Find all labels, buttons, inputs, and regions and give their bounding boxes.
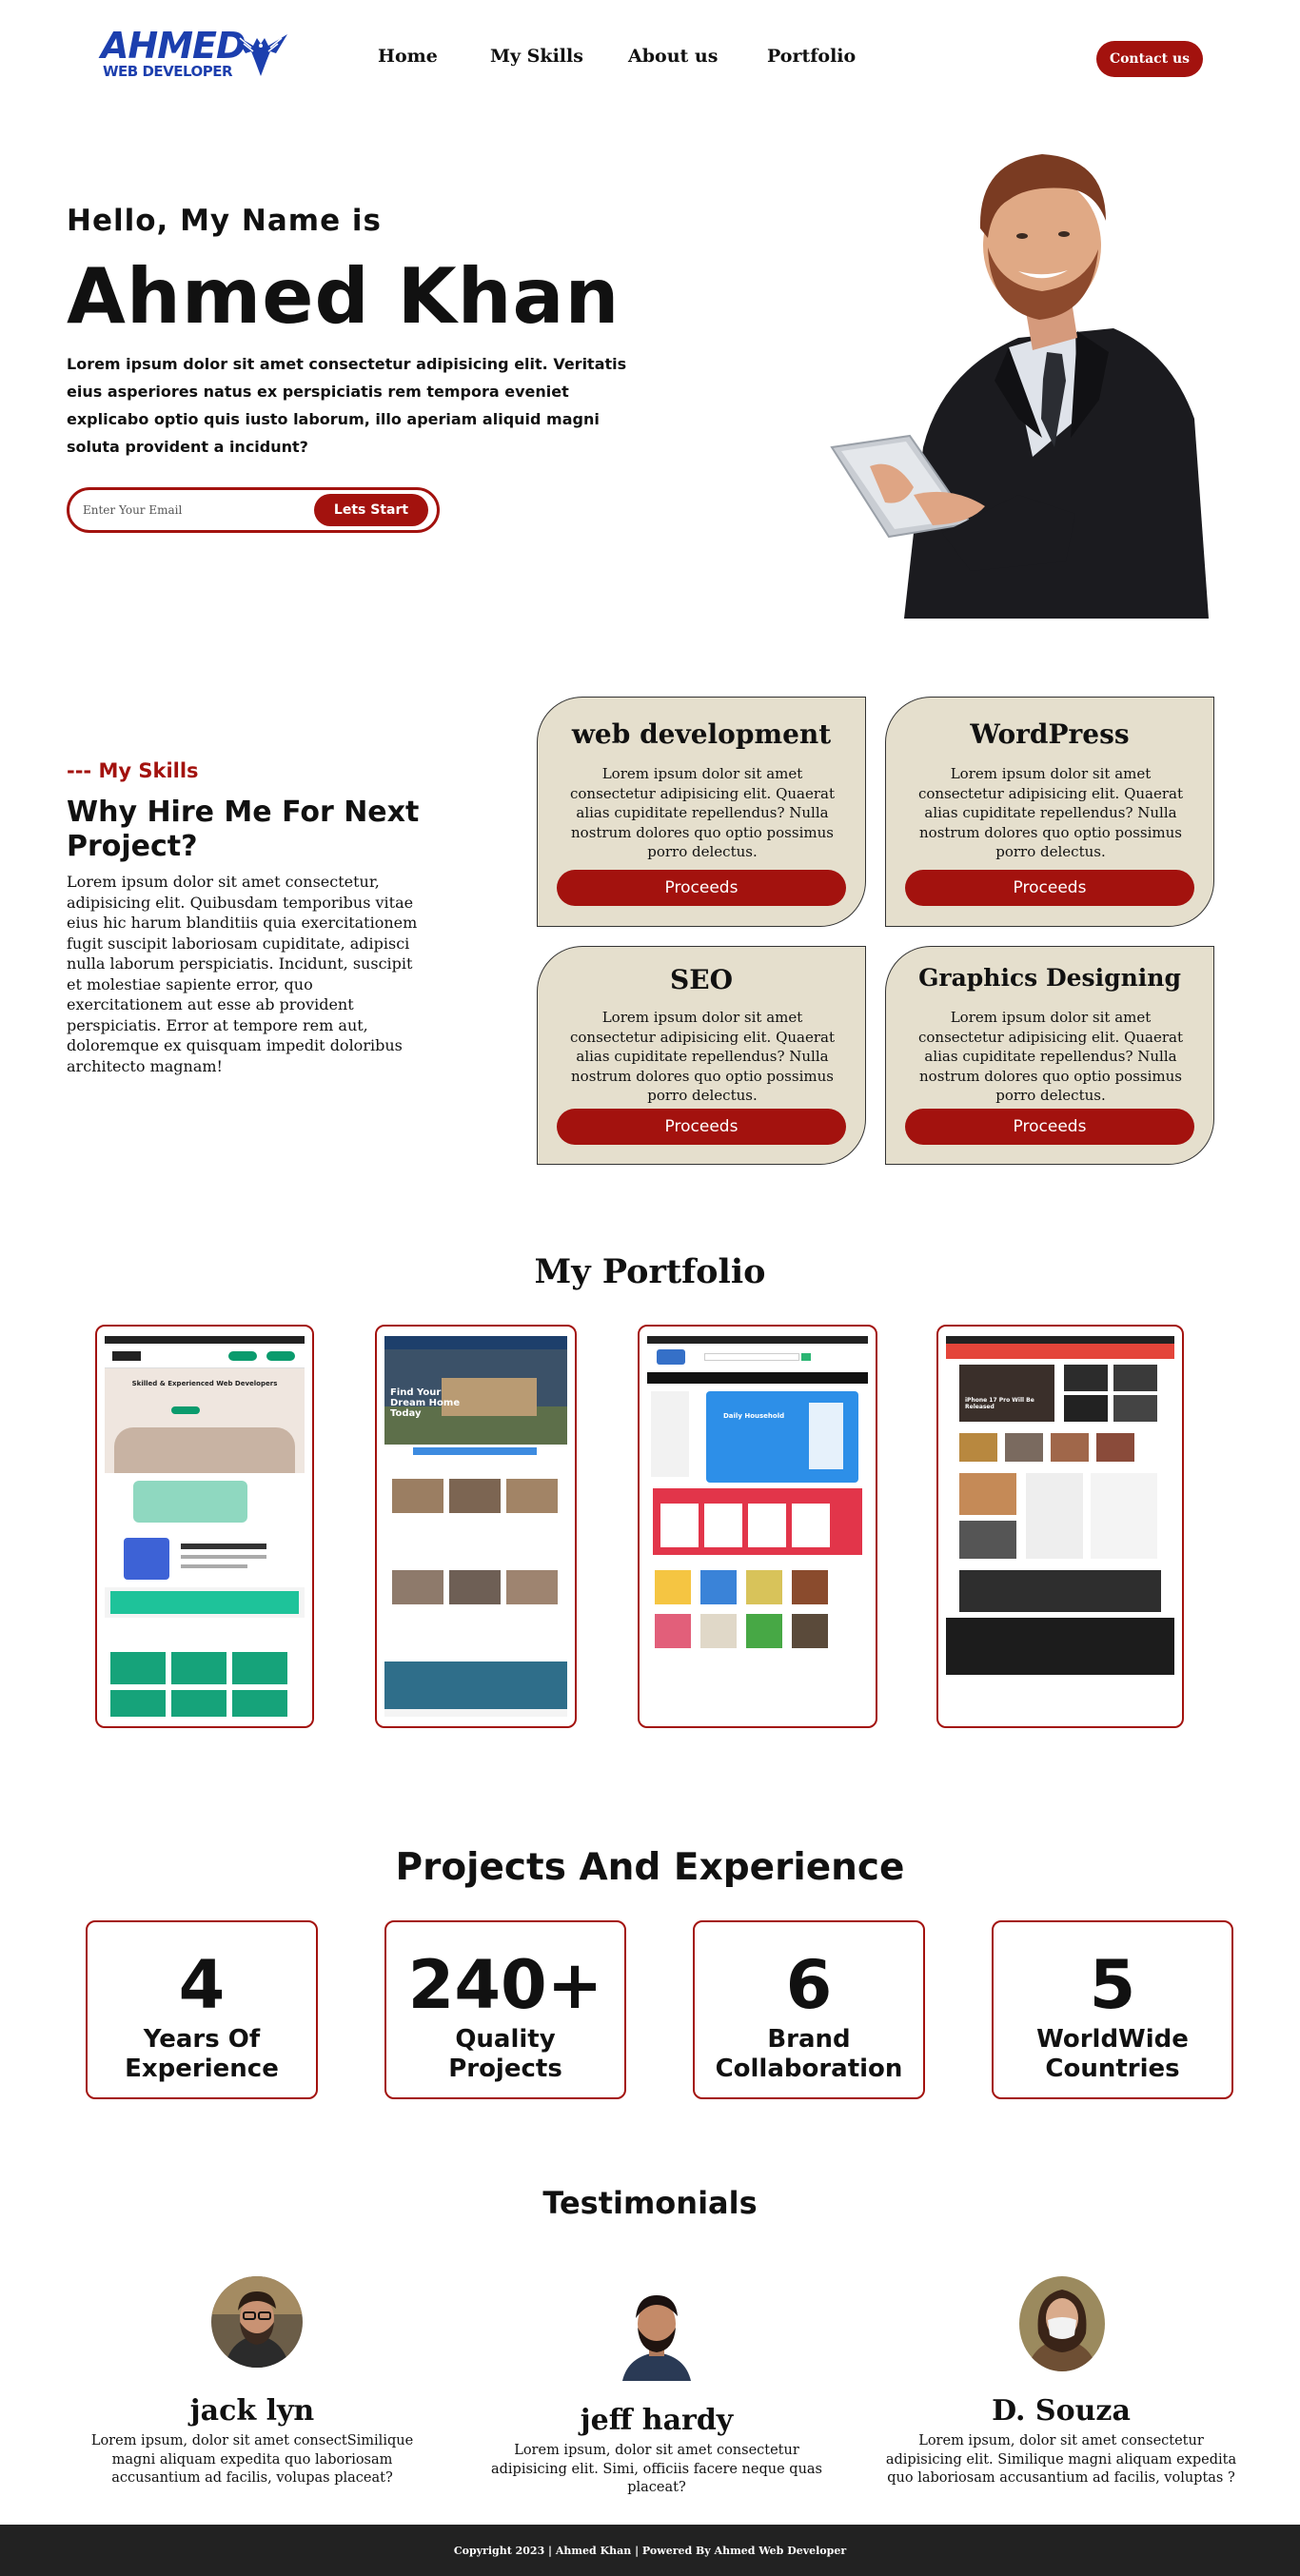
skill-card-text: Lorem ipsum dolor sit amet consectetur a… (917, 765, 1184, 860)
portfolio-thumbnail: Daily Household (647, 1336, 868, 1717)
stat-worldwide-countries: 5 WorldWide Countries (992, 1920, 1233, 2099)
skill-card-wordpress: WordPress Lorem ipsum dolor sit amet con… (885, 697, 1214, 927)
hero-greeting: Hello, My Name is (67, 204, 382, 238)
eagle-icon (234, 34, 287, 76)
skill-card-text: Lorem ipsum dolor sit amet consectetur a… (569, 1009, 836, 1104)
testimonial-text: Lorem ipsum, dolor sit amet consectSimil… (90, 2433, 414, 2486)
skill-card-title: Graphics Designing (918, 964, 1181, 992)
stat-value: 240+ (407, 1946, 603, 2024)
portfolio-item-3[interactable]: Daily Household (638, 1325, 877, 1728)
skill-card-title: WordPress (970, 718, 1130, 750)
brand-tagline: WEB DEVELOPER (103, 63, 233, 80)
contact-us-button[interactable]: Contact us (1096, 41, 1203, 77)
email-input[interactable] (83, 496, 302, 524)
testimonial-name: jack lyn (189, 2394, 315, 2428)
portfolio-item-2[interactable]: Find Your Dream Home Today (375, 1325, 577, 1728)
proceeds-button[interactable]: Proceeds (557, 1109, 846, 1145)
portfolio-thumbnail: Skilled & Experienced Web Developers (105, 1336, 305, 1717)
stat-years-experience: 4 Years Of Experience (86, 1920, 318, 2099)
skill-card-title: SEO (670, 964, 733, 995)
skill-card-text: Lorem ipsum dolor sit amet consectetur a… (569, 765, 836, 860)
avatar (211, 2276, 303, 2368)
testimonial-text: Lorem ipsum, dolor sit amet consectetur … (490, 2443, 822, 2495)
stat-value: 6 (785, 1946, 833, 2024)
stat-quality-projects: 240+ Quality Projects (384, 1920, 626, 2099)
site-header: AHMED WEB DEVELOPER Home My Skills About… (0, 0, 1300, 114)
portfolio-item-4[interactable]: iPhone 17 Pro Will Be Released (936, 1325, 1184, 1728)
proceeds-button[interactable]: Proceeds (557, 870, 846, 906)
skill-card-text: Lorem ipsum dolor sit amet consectetur a… (917, 1009, 1184, 1104)
stat-label: Years Of Experience (125, 2025, 279, 2083)
site-footer: Copyright 2023 | Ahmed Khan | Powered By… (0, 2525, 1300, 2576)
nav-home-link[interactable]: Home (378, 46, 438, 67)
avatar (617, 2286, 697, 2381)
proceeds-button[interactable]: Proceeds (905, 870, 1194, 906)
lets-start-button[interactable]: Lets Start (314, 494, 428, 526)
thumb-caption: iPhone 17 Pro Will Be Released (965, 1397, 1034, 1410)
stat-brand-collaboration: 6 Brand Collaboration (693, 1920, 925, 2099)
stat-value: 4 (178, 1946, 226, 2024)
testimonial-text: Lorem ipsum, dolor sit amet consectetur … (885, 2433, 1237, 2486)
stats-heading: Projects And Experience (395, 1846, 905, 1889)
stat-label: Quality Projects (448, 2025, 562, 2083)
skills-heading: Why Hire Me For Next Project? (67, 796, 420, 863)
skill-card-graphics-designing: Graphics Designing Lorem ipsum dolor sit… (885, 946, 1214, 1165)
skills-kicker: --- My Skills (67, 759, 199, 782)
hero-name: Ahmed Khan (67, 252, 620, 341)
avatar (1019, 2276, 1105, 2371)
nav-about-link[interactable]: About us (628, 46, 718, 67)
portfolio-item-1[interactable]: Skilled & Experienced Web Developers (95, 1325, 314, 1728)
skill-card-web-development: web development Lorem ipsum dolor sit am… (537, 697, 866, 927)
copyright-text: Copyright 2023 | Ahmed Khan | Powered By… (453, 2544, 847, 2557)
stat-value: 5 (1089, 1946, 1136, 2024)
testimonials-heading: Testimonials (542, 2185, 758, 2221)
skill-card-title: web development (571, 718, 832, 750)
stat-label: Brand Collaboration (715, 2025, 903, 2083)
portfolio-thumbnail: Find Your Dream Home Today (384, 1336, 567, 1717)
testimonial-name: jeff hardy (580, 2404, 734, 2437)
portfolio-thumbnail: iPhone 17 Pro Will Be Released (946, 1336, 1174, 1717)
nav-my-skills-link[interactable]: My Skills (490, 46, 583, 67)
thumb-caption: Find Your Dream Home Today (390, 1387, 461, 1419)
brand-name: AHMED (101, 25, 246, 67)
hero-portrait-image (830, 154, 1209, 619)
proceeds-button[interactable]: Proceeds (905, 1109, 1194, 1145)
skills-description: Lorem ipsum dolor sit amet consectetur, … (67, 873, 418, 1075)
thumb-caption: Skilled & Experienced Web Developers (131, 1380, 278, 1387)
skill-card-seo: SEO Lorem ipsum dolor sit amet consectet… (537, 946, 866, 1165)
thumb-caption: Daily Household (723, 1412, 785, 1420)
stat-label: WorldWide Countries (1036, 2025, 1189, 2083)
nav-portfolio-link[interactable]: Portfolio (767, 46, 856, 67)
testimonial-name: D. Souza (992, 2394, 1131, 2428)
hero-description: Lorem ipsum dolor sit amet consectetur a… (67, 355, 627, 456)
email-signup-form: Lets Start (67, 487, 440, 533)
brand-logo[interactable]: AHMED WEB DEVELOPER (99, 25, 289, 84)
portfolio-heading: My Portfolio (534, 1252, 766, 1291)
